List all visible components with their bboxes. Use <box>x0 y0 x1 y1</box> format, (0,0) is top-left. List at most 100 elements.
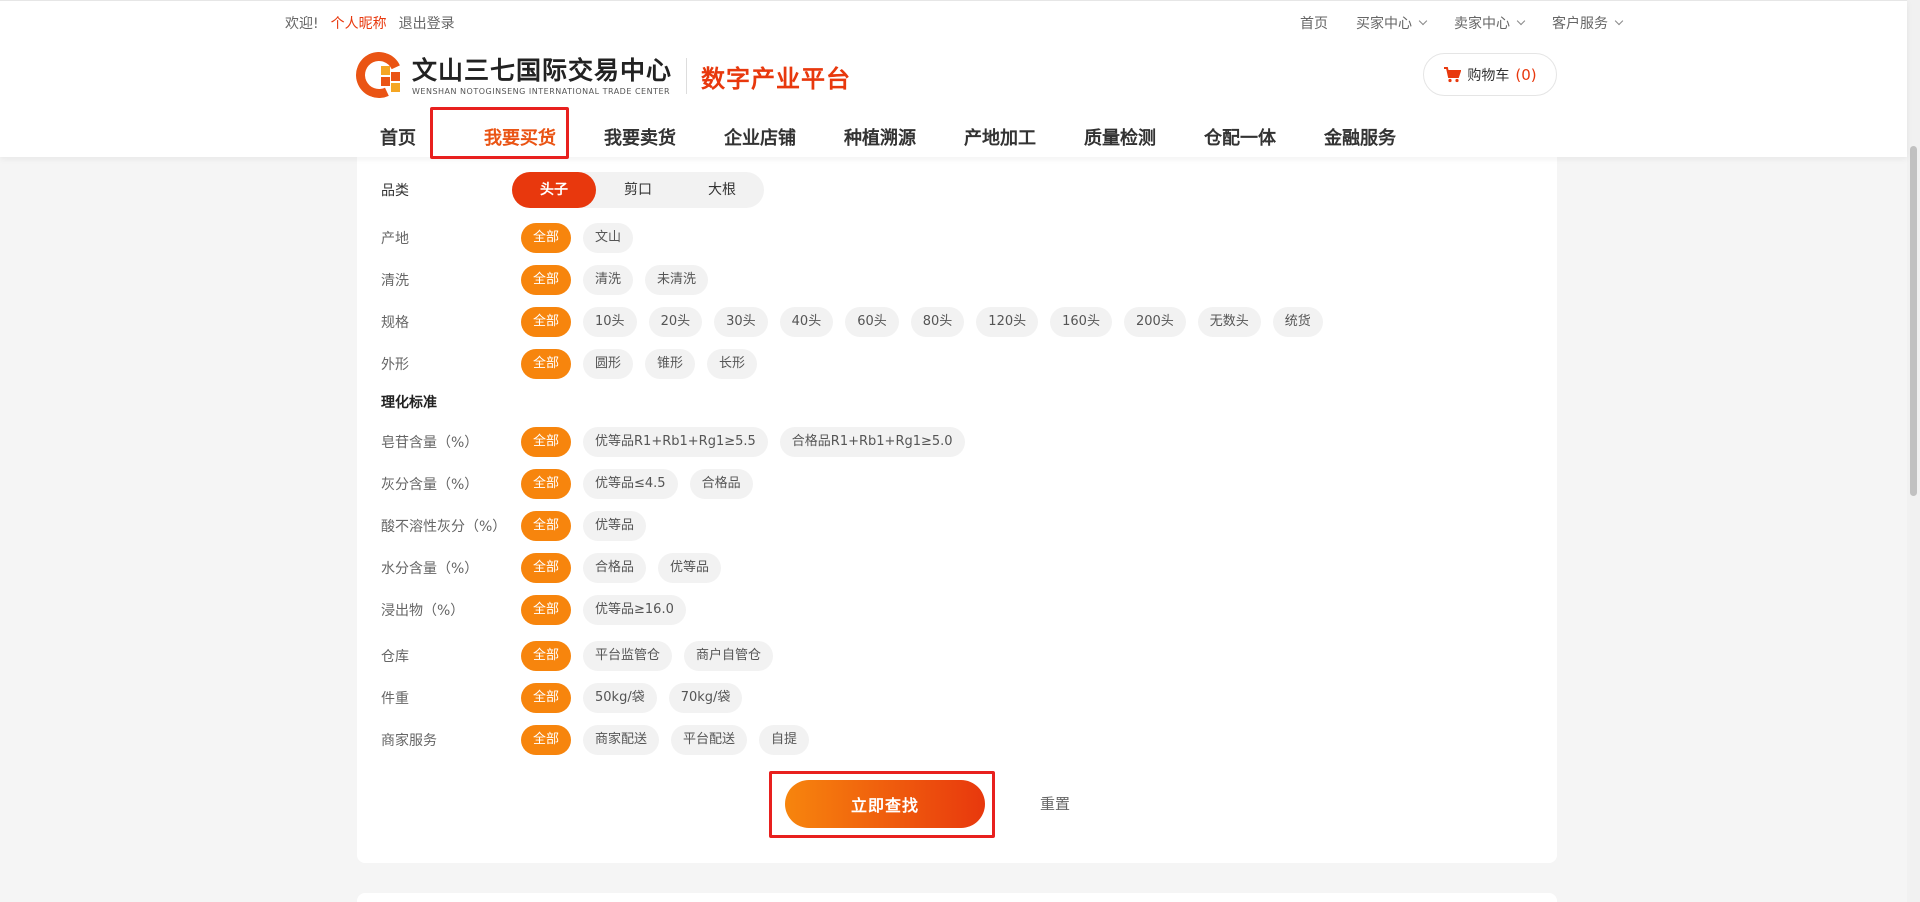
search-highlight-box <box>769 771 995 838</box>
top-link-1[interactable]: 买家中心 <box>1356 13 1428 33</box>
filter-option[interactable]: 平台配送 <box>671 725 748 755</box>
filter-option[interactable]: 70kg/袋 <box>668 683 743 713</box>
filter-label: 清洗 <box>381 273 409 289</box>
logout-link[interactable]: 退出登录 <box>399 16 455 32</box>
top-link-2[interactable]: 卖家中心 <box>1454 13 1526 33</box>
filter-option[interactable]: 优等品≥16.0 <box>583 595 686 625</box>
filter-label: 规格 <box>381 315 409 331</box>
cart-button[interactable]: 购物车 (0) <box>1423 53 1557 96</box>
filter-label: 酸不溶性灰分（%） <box>381 519 507 535</box>
nav-item-0[interactable]: 首页 <box>380 127 420 151</box>
filter-option[interactable]: 合格品 <box>689 469 753 499</box>
category-label: 品类 <box>381 183 409 199</box>
filter-row: 水分含量（%） 全部 合格品 优等品 <box>381 553 722 583</box>
filter-option[interactable]: 20头 <box>648 307 703 337</box>
filter-option[interactable]: 80头 <box>910 307 965 337</box>
filter-row: 件重 全部 50kg/袋 70kg/袋 <box>381 683 743 713</box>
filter-label: 商家服务 <box>381 733 437 749</box>
filter-option[interactable]: 120头 <box>976 307 1039 337</box>
nav-item-4[interactable]: 种植溯源 <box>820 127 940 151</box>
filter-option[interactable]: 全部 <box>521 595 572 625</box>
filter-row: 清洗 全部 清洗 未清洗 <box>381 265 709 295</box>
site-header: 欢迎! 个人昵称 退出登录 首页 买家中心 卖家中心 客户服务 文山三七国际交易中心 WE… <box>0 0 1907 157</box>
filter-option[interactable]: 长形 <box>707 349 758 379</box>
filter-option[interactable]: 全部 <box>521 307 572 337</box>
filter-label: 外形 <box>381 357 409 373</box>
filter-option[interactable]: 40头 <box>779 307 834 337</box>
filter-option[interactable]: 全部 <box>521 223 572 253</box>
filter-option[interactable]: 全部 <box>521 683 572 713</box>
filter-option[interactable]: 合格品R1+Rb1+Rg1≥5.0 <box>779 427 965 457</box>
nav-item-6[interactable]: 质量检测 <box>1060 127 1180 151</box>
filter-option[interactable]: 平台监管仓 <box>583 641 673 671</box>
scrollbar-thumb[interactable] <box>1910 146 1917 496</box>
filter-option[interactable]: 自提 <box>759 725 810 755</box>
top-link-0[interactable]: 首页 <box>1300 13 1328 33</box>
filter-label: 浸出物（%） <box>381 603 465 619</box>
category-option[interactable]: 剪口 <box>596 172 680 208</box>
filter-row: 产地 全部 文山 <box>381 223 634 253</box>
filter-row: 浸出物（%） 全部 优等品≥16.0 <box>381 595 686 625</box>
filter-option[interactable]: 合格品 <box>583 553 647 583</box>
nav-item-8[interactable]: 金融服务 <box>1300 127 1420 151</box>
nav-item-2[interactable]: 我要卖货 <box>580 127 700 151</box>
platform-title: 数字产业平台 <box>701 64 852 93</box>
nav-item-5[interactable]: 产地加工 <box>940 127 1060 151</box>
filter-option[interactable]: 清洗 <box>583 265 634 295</box>
cart-label: 购物车 <box>1467 67 1510 84</box>
filter-option[interactable]: 全部 <box>521 511 572 541</box>
filter-row: 酸不溶性灰分（%） 全部 优等品 <box>381 511 647 541</box>
filter-row: 灰分含量（%） 全部 优等品≤4.5 合格品 <box>381 469 753 499</box>
filter-option[interactable]: 60头 <box>845 307 899 337</box>
filter-option[interactable]: 160头 <box>1050 307 1112 337</box>
filter-option[interactable]: 全部 <box>521 427 572 457</box>
cart-icon <box>1444 66 1462 82</box>
top-bar: 欢迎! 个人昵称 退出登录 首页 买家中心 卖家中心 客户服务 <box>285 13 1624 33</box>
nav-item-7[interactable]: 仓配一体 <box>1180 127 1300 151</box>
category-option[interactable]: 头子 <box>512 172 596 208</box>
filter-option[interactable]: 圆形 <box>583 349 634 379</box>
category-option[interactable]: 大根 <box>680 172 764 208</box>
filter-option[interactable]: 200头 <box>1123 307 1186 337</box>
logo-name-cn: 文山三七国际交易中心 <box>412 55 673 85</box>
filter-option[interactable]: 商户自管仓 <box>684 641 774 671</box>
filter-label: 产地 <box>381 231 409 247</box>
top-link-3[interactable]: 客户服务 <box>1552 13 1624 33</box>
nav-item-3[interactable]: 企业店铺 <box>700 127 820 151</box>
filter-option[interactable]: 10头 <box>583 307 637 337</box>
page-scrollbar[interactable] <box>1907 0 1920 902</box>
nickname-link[interactable]: 个人昵称 <box>331 16 387 32</box>
filter-option[interactable]: 未清洗 <box>645 265 709 295</box>
filter-label: 水分含量（%） <box>381 561 479 577</box>
filter-option[interactable]: 统货 <box>1272 307 1323 337</box>
filter-option[interactable]: 全部 <box>521 725 572 755</box>
filter-option[interactable]: 锥形 <box>645 349 696 379</box>
top-link-label: 首页 <box>1300 16 1328 32</box>
filter-option[interactable]: 30头 <box>714 307 768 337</box>
filter-option[interactable]: 全部 <box>521 641 572 671</box>
filter-label: 皂苷含量（%） <box>381 435 479 451</box>
results-panel <box>357 893 1557 902</box>
filter-label: 仓库 <box>381 649 409 665</box>
filter-option[interactable]: 50kg/袋 <box>583 683 657 713</box>
reset-link[interactable]: 重置 <box>1040 793 1070 814</box>
filter-row: 皂苷含量（%） 全部 优等品R1+Rb1+Rg1≥5.5 合格品R1+Rb1+Rg1≥… <box>381 427 965 457</box>
cart-count: (0) <box>1515 65 1537 84</box>
site-logo[interactable]: 文山三七国际交易中心 WENSHAN NOTOGINSENG INTERNATI… <box>349 45 852 105</box>
filter-option[interactable]: 全部 <box>521 469 572 499</box>
filter-label: 件重 <box>381 691 409 707</box>
filter-option[interactable]: 全部 <box>521 265 572 295</box>
filter-option[interactable]: 优等品R1+Rb1+Rg1≥5.5 <box>583 427 768 457</box>
filter-option[interactable]: 优等品 <box>658 553 722 583</box>
filter-row: 规格 全部 10头 20头 30头 40头 60头 80头 120头 160头 200头 无数头 统货 <box>381 307 1323 337</box>
filter-option[interactable]: 商家配送 <box>583 725 660 755</box>
filter-option[interactable]: 全部 <box>521 553 572 583</box>
filter-option[interactable]: 全部 <box>521 349 572 379</box>
filter-option[interactable]: 优等品 <box>583 511 647 541</box>
filter-option[interactable]: 文山 <box>583 223 634 253</box>
top-link-label: 买家中心 <box>1356 16 1412 32</box>
filter-option[interactable]: 优等品≤4.5 <box>583 469 678 499</box>
filter-option[interactable]: 无数头 <box>1197 307 1261 337</box>
chevron-down-icon <box>1516 16 1526 26</box>
filter-label: 灰分含量（%） <box>381 477 479 493</box>
